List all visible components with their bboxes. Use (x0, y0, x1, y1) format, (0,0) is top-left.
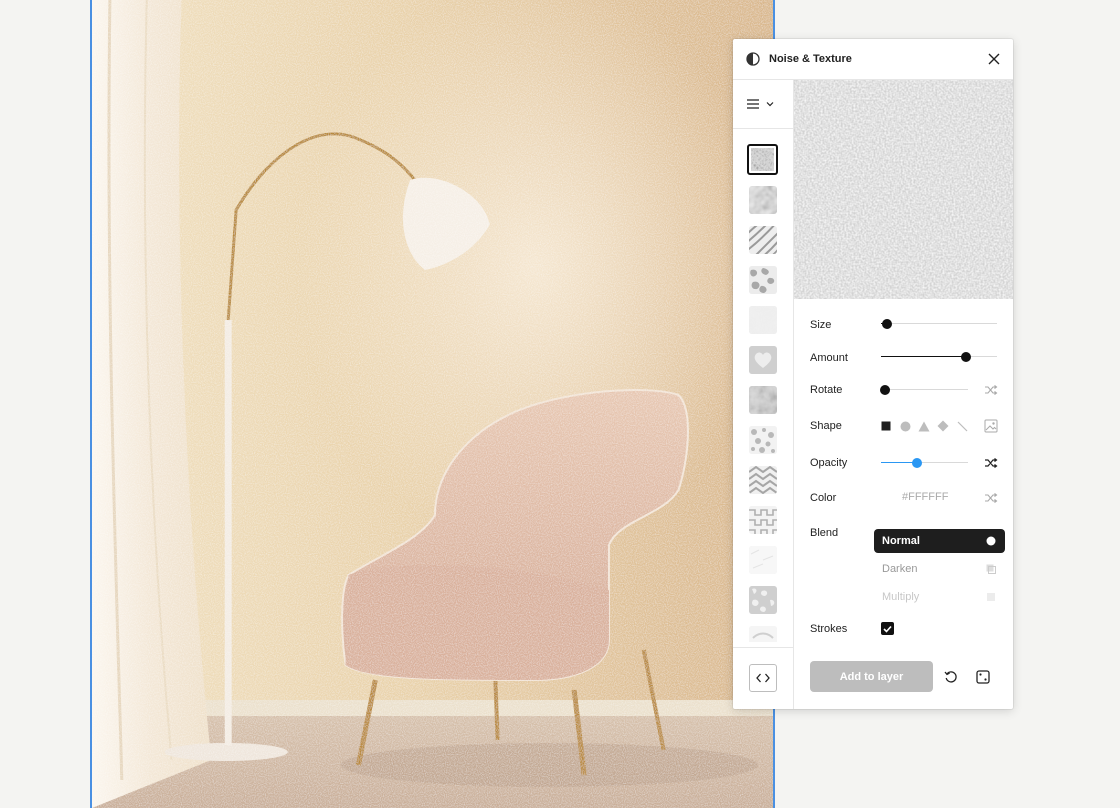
multiply-icon (987, 593, 995, 601)
code-brackets-icon (756, 673, 770, 683)
triangle-shape-icon[interactable] (918, 420, 930, 432)
preset-soft-cloud[interactable] (749, 186, 777, 214)
checkmark-icon (883, 625, 892, 633)
preset-marble[interactable] (749, 586, 777, 614)
panel-title: Noise & Texture (769, 53, 852, 65)
half-circle-logo-icon (746, 52, 760, 66)
opacity-slider[interactable] (881, 457, 968, 469)
preset-partial[interactable] (749, 626, 777, 642)
color-label: Color (810, 492, 837, 504)
line-shape-icon[interactable] (956, 420, 968, 432)
blend-option-darken[interactable]: Darken (874, 557, 1005, 581)
color-value[interactable]: #FFFFFF (902, 491, 948, 503)
noise-texture-panel: Noise & Texture Size Amount Rotate Shape… (733, 39, 1013, 709)
size-slider[interactable] (881, 318, 997, 330)
dice-icon[interactable] (975, 669, 991, 685)
preset-camo[interactable] (749, 266, 777, 294)
opacity-label: Opacity (810, 457, 848, 469)
blend-option-normal[interactable]: Normal (874, 529, 1005, 553)
preset-sidebar (733, 80, 794, 709)
preset-noise-splotch[interactable] (747, 144, 778, 175)
canvas-photo (92, 0, 773, 808)
preset-chevrons[interactable] (749, 466, 777, 494)
panel-header: Noise & Texture (733, 39, 1013, 80)
canvas-frame[interactable] (90, 0, 775, 808)
blend-options: Normal Darken Multiply (874, 529, 1005, 604)
sidebar-divider (733, 647, 793, 648)
preset-spots[interactable] (749, 426, 777, 454)
preset-faint[interactable] (749, 546, 777, 574)
code-button[interactable] (749, 664, 777, 692)
preset-dark-cloud[interactable] (749, 386, 777, 414)
rotate-slider[interactable] (880, 384, 968, 396)
hamburger-menu-icon (747, 99, 759, 109)
shape-label: Shape (810, 420, 842, 432)
reset-icon[interactable] (943, 669, 959, 685)
size-label: Size (810, 319, 832, 331)
chevron-down-icon (766, 102, 774, 107)
blend-label: Blend (810, 527, 839, 539)
texture-preview (794, 80, 1013, 299)
blend-option-multiply[interactable]: Multiply (874, 585, 1005, 604)
shuffle-icon[interactable] (984, 491, 998, 505)
darken-icon (986, 564, 996, 574)
menu-button[interactable] (746, 95, 782, 113)
shuffle-icon[interactable] (984, 383, 998, 397)
circle-shape-icon[interactable] (899, 420, 911, 432)
add-to-layer-button[interactable]: Add to layer (810, 661, 933, 692)
rotate-label: Rotate (810, 384, 843, 396)
blend-option-label: Normal (882, 535, 920, 547)
strokes-label: Strokes (810, 623, 848, 635)
blend-option-label: Multiply (882, 591, 920, 603)
preset-light-cloud[interactable] (749, 306, 777, 334)
sidebar-divider (733, 128, 793, 129)
image-icon[interactable] (984, 419, 998, 433)
shuffle-icon[interactable] (984, 456, 998, 470)
amount-slider[interactable] (881, 351, 997, 363)
close-icon[interactable] (986, 51, 1002, 67)
preset-heart[interactable] (749, 346, 777, 374)
selected-dot-icon (986, 536, 996, 546)
strokes-checkbox[interactable] (881, 622, 894, 635)
square-shape-icon[interactable] (880, 420, 892, 432)
blend-option-label: Darken (882, 563, 918, 575)
shape-options (880, 420, 975, 432)
amount-label: Amount (810, 352, 848, 364)
diamond-shape-icon[interactable] (937, 420, 949, 432)
preset-zigzag[interactable] (749, 506, 777, 534)
preset-diagonal-waves[interactable] (749, 226, 777, 254)
preset-list (733, 142, 793, 642)
